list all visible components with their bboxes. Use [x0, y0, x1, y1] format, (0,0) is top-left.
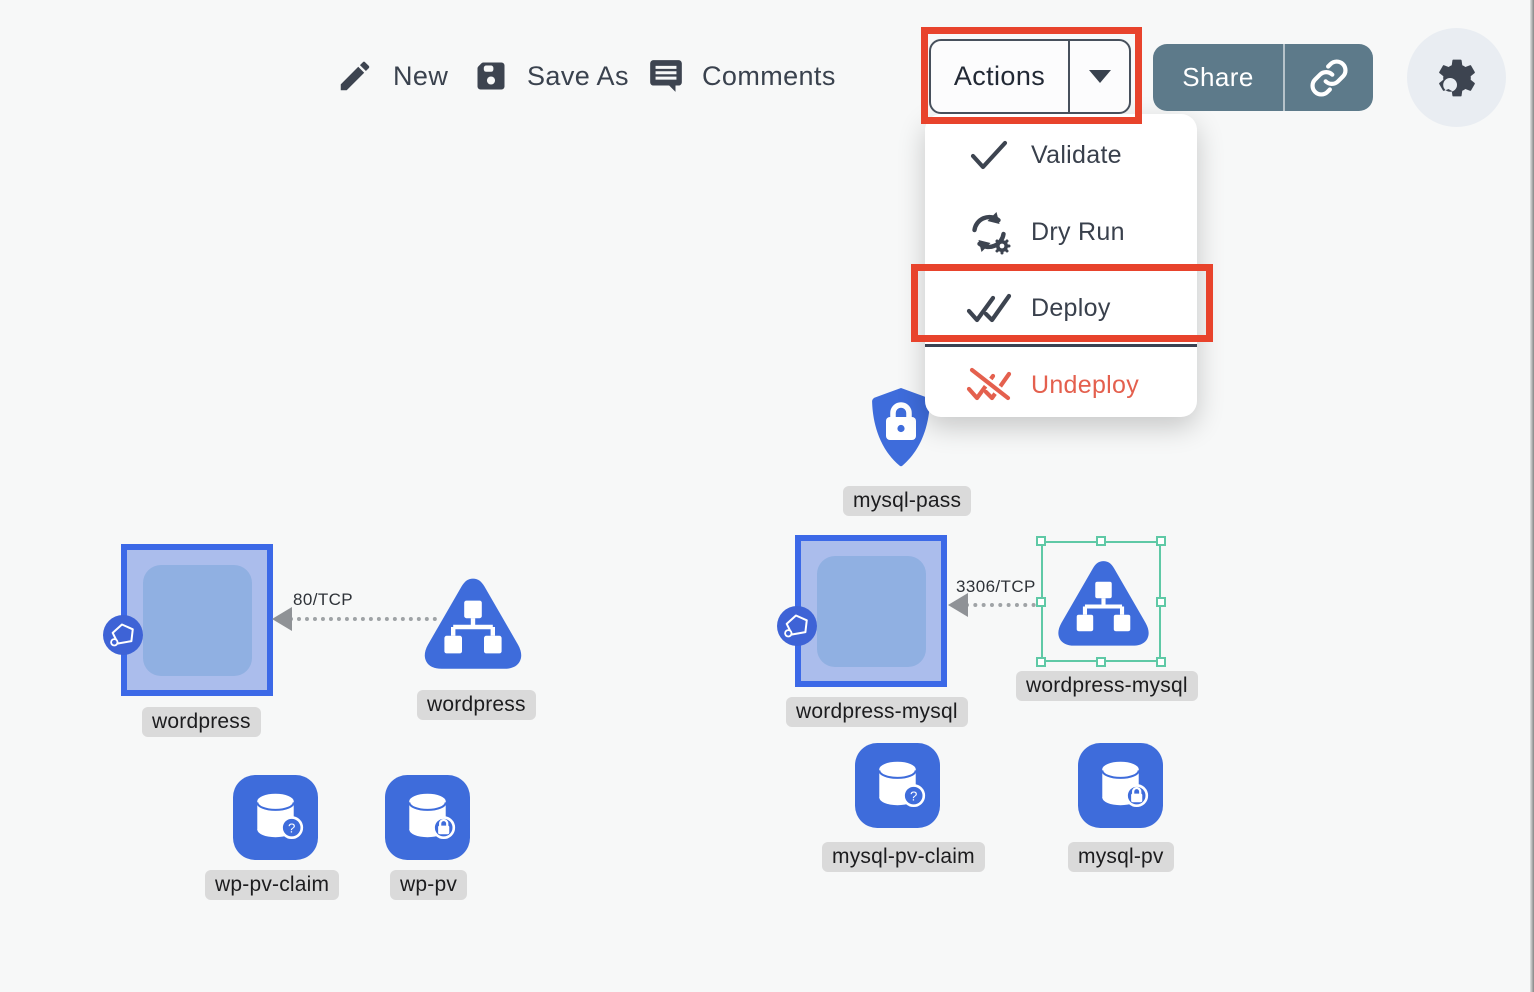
resize-handle[interactable]	[1156, 597, 1166, 607]
node-mysql-pv-claim[interactable]: ?	[855, 743, 940, 833]
designer-canvas: mysql-pass wordpress 80/TCP	[0, 0, 1534, 992]
pencil-icon	[336, 57, 374, 95]
node-mysql-pv[interactable]	[1078, 743, 1163, 833]
double-check-icon	[965, 290, 1013, 326]
cylinder-lock-icon	[1078, 743, 1163, 828]
caret-down-icon	[1089, 70, 1111, 83]
menu-divider	[925, 344, 1197, 347]
floppy-disk-icon	[473, 58, 509, 94]
comments-button[interactable]: Comments	[647, 57, 836, 95]
actions-dropdown-toggle[interactable]	[1070, 41, 1129, 112]
copy-link-button[interactable]	[1285, 44, 1373, 111]
node-wp-pv[interactable]	[385, 775, 470, 865]
save-as-button-label: Save As	[527, 61, 629, 92]
menu-item-dry-run[interactable]: Dry Run	[925, 196, 1197, 268]
node-label-mysql-pv: mysql-pv	[1068, 842, 1174, 872]
comments-button-label: Comments	[702, 61, 836, 92]
actions-button[interactable]: Actions	[929, 39, 1131, 114]
menu-item-label: Validate	[1031, 141, 1122, 170]
node-label-mysql-pv-claim: mysql-pv-claim	[822, 842, 985, 872]
node-label-mysql-pass: mysql-pass	[843, 486, 971, 516]
deployment-pentagon-icon	[777, 606, 817, 646]
deployment-pentagon-icon	[103, 615, 143, 655]
edge-port-label: 80/TCP	[293, 590, 353, 610]
resize-handle[interactable]	[1096, 536, 1106, 546]
node-label-wp-pv-claim: wp-pv-claim	[205, 870, 339, 900]
speech-bubble-icon	[647, 57, 685, 95]
node-wordpress-service[interactable]	[418, 574, 528, 685]
node-wordpress-deployment[interactable]	[121, 544, 273, 696]
chain-link-icon	[1308, 57, 1350, 99]
settings-button[interactable]	[1407, 28, 1506, 127]
share-button[interactable]: Share	[1153, 44, 1373, 111]
edge-dotted-line	[965, 603, 1044, 607]
share-button-label: Share	[1153, 44, 1283, 111]
svg-text:?: ?	[910, 789, 917, 804]
menu-item-deploy[interactable]: Deploy	[925, 272, 1197, 344]
new-button[interactable]: New	[336, 57, 448, 95]
resize-handle[interactable]	[1036, 536, 1046, 546]
node-wordpress-mysql-service[interactable]	[1052, 556, 1155, 662]
pod-area	[817, 556, 926, 667]
new-button-label: New	[393, 61, 448, 92]
save-as-button[interactable]: Save As	[473, 58, 629, 94]
resize-handle[interactable]	[1156, 536, 1166, 546]
node-label-wordpress-mysql-service: wordpress-mysql	[1016, 671, 1198, 701]
node-label-wp-pv: wp-pv	[390, 870, 467, 900]
svg-text:?: ?	[288, 821, 295, 836]
pod-area	[143, 565, 252, 676]
refresh-gear-icon	[965, 208, 1013, 256]
node-wordpress-mysql-deployment[interactable]	[795, 535, 947, 687]
edge-dotted-line	[289, 617, 437, 621]
menu-item-label: Dry Run	[1031, 218, 1125, 247]
edge-port-label: 3306/TCP	[956, 577, 1036, 597]
menu-item-validate[interactable]: Validate	[925, 119, 1197, 191]
node-label-wordpress-service: wordpress	[417, 690, 536, 720]
double-check-slash-icon	[965, 365, 1013, 405]
scrollbar[interactable]	[1530, 0, 1534, 992]
gear-icon	[1434, 55, 1480, 101]
resize-handle[interactable]	[1156, 657, 1166, 667]
cylinder-lock-icon	[385, 775, 470, 860]
menu-item-label: Deploy	[1031, 294, 1111, 323]
cylinder-question-icon: ?	[233, 775, 318, 860]
edge-arrowhead-icon	[272, 607, 292, 631]
cylinder-question-icon: ?	[855, 743, 940, 828]
menu-item-label: Undeploy	[1031, 371, 1139, 400]
triangle-tree-icon	[1052, 556, 1155, 657]
actions-button-label: Actions	[931, 41, 1068, 112]
triangle-tree-icon	[418, 574, 528, 680]
menu-item-undeploy[interactable]: Undeploy	[925, 349, 1197, 421]
node-wp-pv-claim[interactable]: ?	[233, 775, 318, 865]
node-label-wordpress-deployment: wordpress	[142, 707, 261, 737]
resize-handle[interactable]	[1036, 657, 1046, 667]
node-label-wordpress-mysql-deployment: wordpress-mysql	[786, 697, 968, 727]
resize-handle[interactable]	[1036, 597, 1046, 607]
check-icon	[965, 139, 1013, 171]
